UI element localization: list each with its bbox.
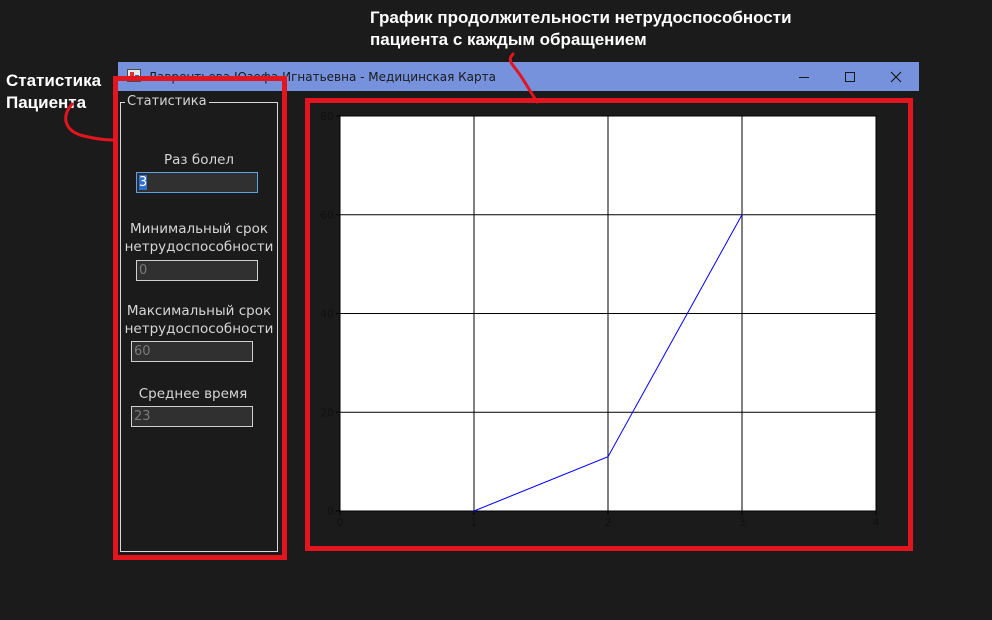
annotation-line: График продолжительности нетрудоспособно… <box>370 8 792 27</box>
annotation-line: Пациента <box>6 93 87 112</box>
stage: Лаврентьева Юзефа Игнатьевна - Медицинск… <box>0 0 992 620</box>
annotation-line: Статистика <box>6 71 102 90</box>
chart-annotation-label: График продолжительности нетрудоспособно… <box>370 7 792 51</box>
close-button[interactable] <box>873 62 919 91</box>
chart-highlight-box <box>305 98 913 551</box>
minimize-button[interactable] <box>781 62 827 91</box>
stats-highlight-box <box>113 76 287 560</box>
close-icon <box>890 71 902 82</box>
minimize-icon <box>799 76 809 78</box>
maximize-icon <box>845 71 855 82</box>
annotation-line: пациента с каждым обращением <box>370 30 647 49</box>
maximize-button[interactable] <box>827 62 873 91</box>
stats-annotation-label: Статистика Пациента <box>6 70 101 114</box>
